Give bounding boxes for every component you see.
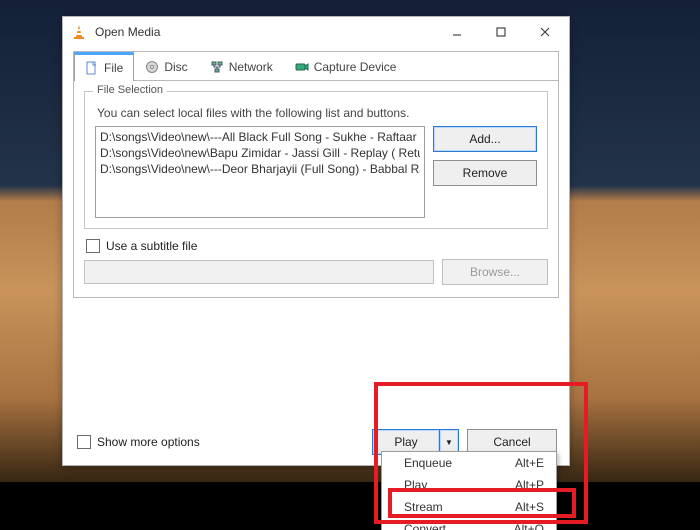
menu-item-convert[interactable]: Convert Alt+O <box>382 518 556 530</box>
open-media-dialog: Open Media File Disc Network Ca <box>62 16 570 466</box>
tab-network[interactable]: Network <box>199 53 284 80</box>
chevron-down-icon: ▼ <box>445 438 453 447</box>
menu-item-shortcut: Alt+E <box>515 456 544 470</box>
show-more-options-checkbox[interactable] <box>77 435 91 449</box>
list-item[interactable]: D:\songs\Video\new\---All Black Full Son… <box>100 129 420 145</box>
file-selection-help: You can select local files with the foll… <box>97 106 537 120</box>
play-dropdown-menu: Enqueue Alt+E Play Alt+P Stream Alt+S Co… <box>381 451 557 530</box>
window-title: Open Media <box>95 25 427 39</box>
list-item[interactable]: D:\songs\Video\new\---Deor Bharjayii (Fu… <box>100 161 420 177</box>
file-selection-fieldset: File Selection You can select local file… <box>84 91 548 229</box>
menu-item-enqueue[interactable]: Enqueue Alt+E <box>382 452 556 474</box>
maximize-button[interactable] <box>479 18 523 46</box>
taskbar-stripe <box>0 482 700 530</box>
menu-item-label: Stream <box>404 500 443 514</box>
tab-capture-device[interactable]: Capture Device <box>284 53 408 80</box>
menu-item-label: Enqueue <box>404 456 452 470</box>
tab-pane-file: File Selection You can select local file… <box>73 80 559 298</box>
tab-disc[interactable]: Disc <box>134 53 198 80</box>
subtitle-checkbox-row[interactable]: Use a subtitle file <box>86 239 548 253</box>
menu-item-label: Convert <box>404 522 446 530</box>
file-list[interactable]: D:\songs\Video\new\---All Black Full Son… <box>95 126 425 218</box>
menu-item-stream[interactable]: Stream Alt+S <box>382 496 556 518</box>
vlc-cone-icon <box>71 24 87 40</box>
tab-label: Capture Device <box>314 60 397 74</box>
button-label: Remove <box>463 166 508 180</box>
tab-label: File <box>104 61 123 75</box>
menu-item-play[interactable]: Play Alt+P <box>382 474 556 496</box>
button-label: Add... <box>469 132 500 146</box>
button-label: Play <box>394 435 417 449</box>
tab-label: Network <box>229 60 273 74</box>
disc-icon <box>145 60 159 74</box>
tabs: File Disc Network Capture Device <box>73 51 559 80</box>
network-icon <box>210 60 224 74</box>
tab-file[interactable]: File <box>74 52 134 81</box>
menu-item-shortcut: Alt+O <box>514 522 544 530</box>
show-more-options-label: Show more options <box>97 435 200 449</box>
subtitle-checkbox-label: Use a subtitle file <box>106 239 197 253</box>
browse-button: Browse... <box>442 259 548 285</box>
menu-item-shortcut: Alt+P <box>515 478 544 492</box>
button-label: Browse... <box>470 265 520 279</box>
desktop-background: Open Media File Disc Network Ca <box>0 0 700 530</box>
minimize-button[interactable] <box>435 18 479 46</box>
close-button[interactable] <box>523 18 567 46</box>
list-item[interactable]: D:\songs\Video\new\Bapu Zimidar - Jassi … <box>100 145 420 161</box>
file-icon <box>85 61 99 75</box>
titlebar: Open Media <box>63 17 569 47</box>
remove-button[interactable]: Remove <box>433 160 537 186</box>
subtitle-path-input <box>84 260 434 284</box>
file-selection-legend: File Selection <box>93 84 167 96</box>
subtitle-checkbox[interactable] <box>86 239 100 253</box>
menu-item-label: Play <box>404 478 427 492</box>
menu-item-shortcut: Alt+S <box>515 500 544 514</box>
tab-label: Disc <box>164 60 187 74</box>
capture-icon <box>295 60 309 74</box>
add-button[interactable]: Add... <box>433 126 537 152</box>
button-label: Cancel <box>493 435 530 449</box>
